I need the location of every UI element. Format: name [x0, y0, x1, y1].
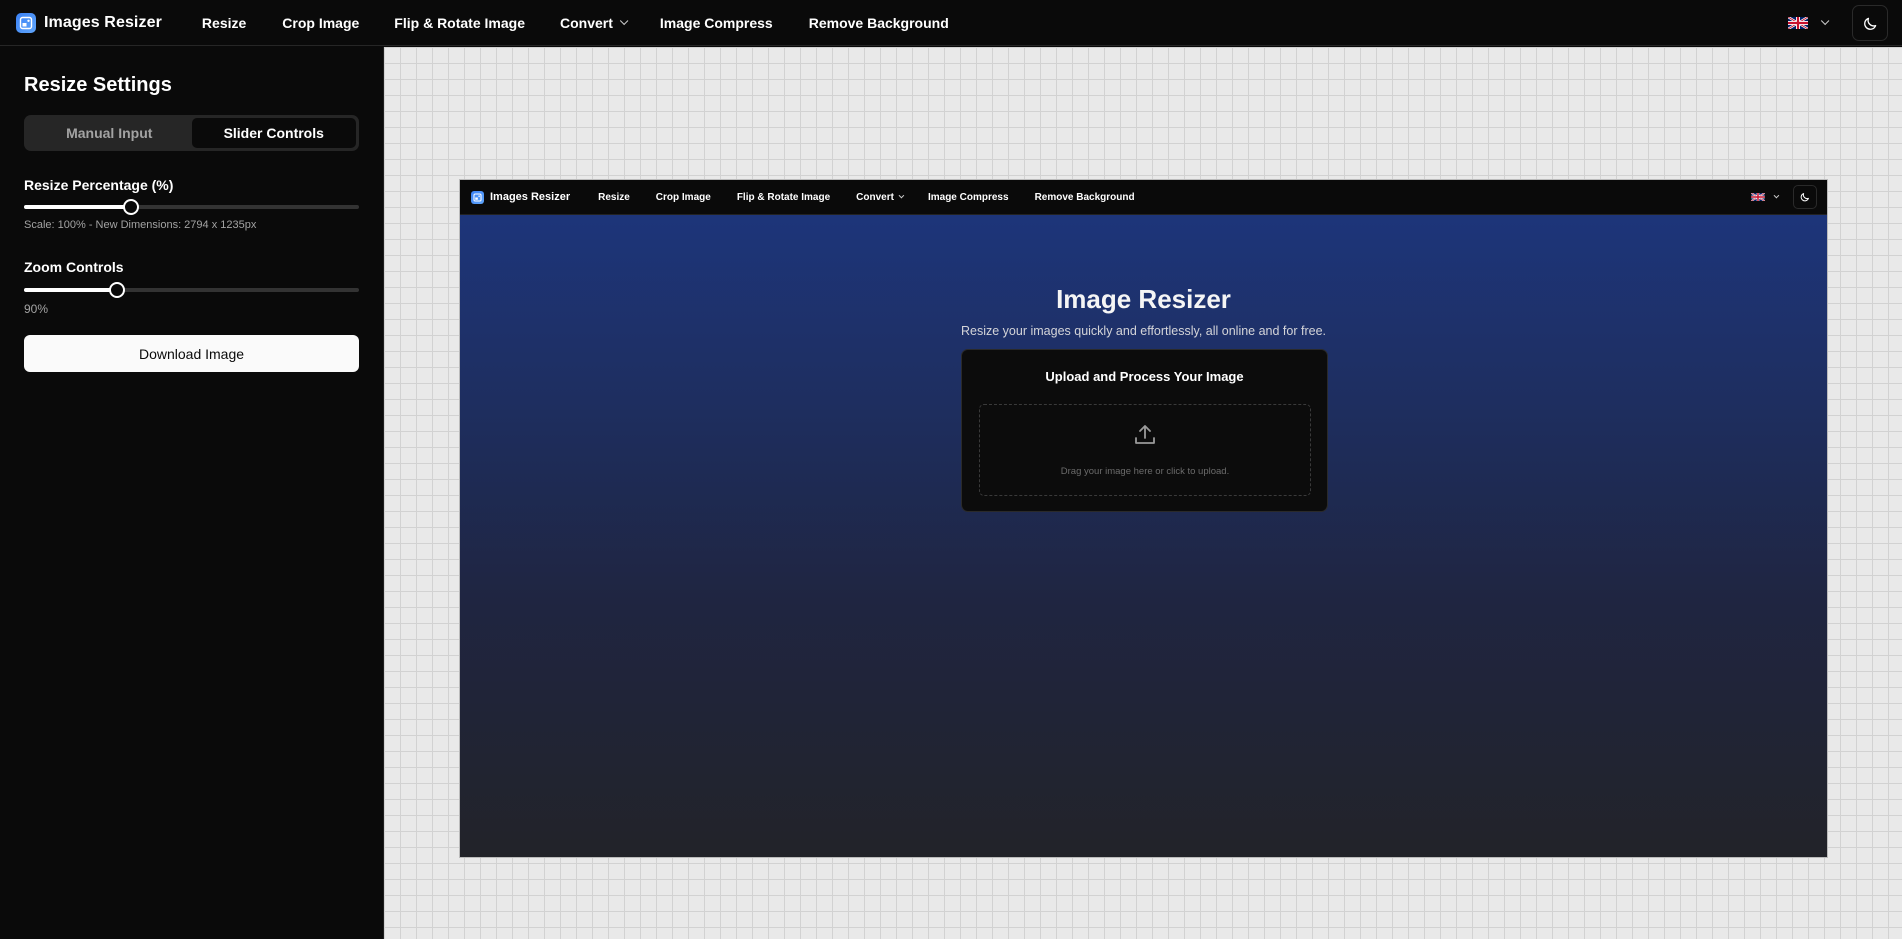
dropzone-instructions: Drag your image here or click to upload.: [1060, 466, 1230, 477]
moon-icon: [1863, 17, 1876, 30]
zoom-slider[interactable]: [24, 282, 359, 298]
image-logo-icon: [16, 12, 36, 33]
nav-convert-label: Convert: [559, 14, 613, 31]
preview-brand: Images Resizer: [471, 190, 571, 204]
nav-flip-rotate-image[interactable]: Flip & Rotate Image: [394, 15, 525, 31]
preview-nav-convert: Convert: [856, 191, 905, 203]
scale-dimensions-info: Scale: 100% - New Dimensions: 2794 x 123…: [24, 219, 257, 231]
nav-remove-background[interactable]: Remove Background: [809, 15, 949, 31]
nav-resize[interactable]: Resize: [202, 15, 246, 31]
uk-flag-icon: [1751, 193, 1765, 201]
brand-name: Images Resizer: [44, 13, 162, 31]
zoom-controls-label: Zoom Controls: [24, 259, 124, 275]
preview-canvas[interactable]: Images Resizer Resize Crop Image Flip & …: [384, 47, 1902, 939]
preview-hero: Image Resizer Resize your images quickly…: [460, 215, 1827, 857]
nav-image-compress[interactable]: Image Compress: [660, 15, 773, 31]
slider-thumb[interactable]: [108, 282, 125, 298]
top-navbar: Images Resizer Resize Crop Image Flip & …: [0, 0, 1902, 46]
chevron-down-icon: [1820, 16, 1830, 26]
zoom-value: 90%: [24, 302, 49, 316]
upload-card-title: Upload and Process Your Image: [1045, 369, 1244, 384]
chevron-down-icon: [619, 16, 629, 25]
uk-flag-icon: [1788, 17, 1808, 29]
moon-icon: [1800, 193, 1809, 202]
nav-crop-image[interactable]: Crop Image: [282, 15, 359, 31]
preview-menu: Resize Crop Image Flip & Rotate Image Co…: [598, 192, 1160, 203]
theme-toggle-button[interactable]: [1852, 5, 1888, 41]
preview-subtitle: Resize your images quickly and effortles…: [961, 324, 1326, 338]
preview-page-title: Image Resizer: [1056, 284, 1231, 314]
image-preview: Images Resizer Resize Crop Image Flip & …: [460, 180, 1827, 857]
preview-nav-remove-background: Remove Background: [1034, 191, 1135, 203]
brand-link[interactable]: Images Resizer: [16, 12, 162, 33]
image-logo-icon: [471, 190, 484, 204]
preview-theme-toggle: [1793, 185, 1817, 209]
chevron-down-icon: [1773, 192, 1780, 199]
download-image-button[interactable]: Download Image: [24, 335, 359, 372]
upload-dropzone[interactable]: Drag your image here or click to upload.: [979, 404, 1311, 496]
tab-slider-controls[interactable]: Slider Controls: [191, 118, 356, 148]
preview-nav-image-compress: Image Compress: [927, 191, 1009, 203]
upload-card: Upload and Process Your Image Drag your …: [961, 349, 1328, 512]
main-nav: Resize Crop Image Flip & Rotate Image Co…: [202, 15, 949, 31]
slider-fill: [24, 205, 132, 209]
sidebar-title: Resize Settings: [24, 74, 172, 96]
input-mode-tabs: Manual Input Slider Controls: [24, 115, 359, 151]
language-selector[interactable]: [1788, 16, 1830, 29]
nav-convert-dropdown[interactable]: Convert: [559, 14, 629, 31]
preview-brand-name: Images Resizer: [490, 191, 571, 203]
chevron-down-icon: [898, 192, 905, 199]
preview-nav-resize: Resize: [598, 191, 630, 203]
preview-nav-flip-rotate-image: Flip & Rotate Image: [736, 191, 831, 203]
preview-right-controls: [1751, 185, 1817, 209]
top-right-controls: [1788, 5, 1888, 41]
preview-nav-convert-label: Convert: [856, 191, 894, 203]
resize-percentage-label: Resize Percentage (%): [24, 177, 174, 193]
resize-percentage-slider[interactable]: [24, 199, 359, 215]
preview-nav-crop-image: Crop Image: [655, 191, 711, 203]
preview-navbar: Images Resizer Resize Crop Image Flip & …: [460, 180, 1827, 215]
resize-settings-sidebar: Resize Settings Manual Input Slider Cont…: [0, 47, 384, 939]
upload-icon: [1135, 425, 1155, 444]
tab-manual-input[interactable]: Manual Input: [27, 118, 192, 148]
slider-thumb[interactable]: [123, 199, 140, 215]
slider-fill: [24, 288, 117, 292]
